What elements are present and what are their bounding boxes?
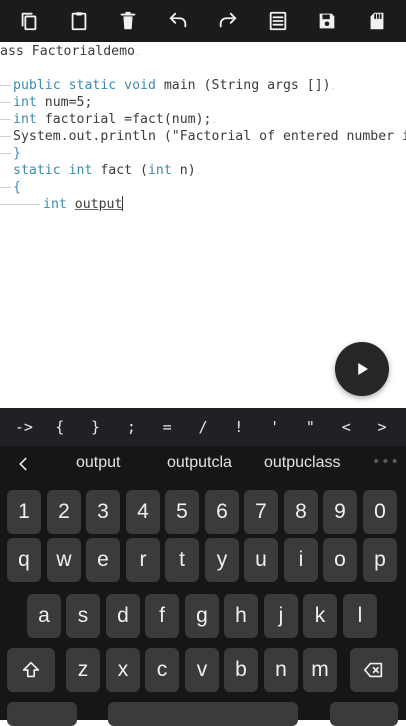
- key-0[interactable]: 0: [363, 490, 397, 534]
- symbol-key[interactable]: ;: [116, 418, 146, 436]
- key-w[interactable]: w: [47, 538, 81, 582]
- backspace-icon: [364, 662, 383, 678]
- symbol-key[interactable]: ": [295, 418, 325, 436]
- shift-key[interactable]: [7, 648, 55, 692]
- key-a[interactable]: a: [27, 594, 61, 638]
- select-all-button[interactable]: [260, 3, 296, 39]
- key-n[interactable]: n: [264, 648, 298, 692]
- key-f[interactable]: f: [145, 594, 179, 638]
- copy-button[interactable]: [11, 3, 47, 39]
- suggestion-item[interactable]: output: [76, 454, 120, 472]
- chevron-left-icon: [19, 457, 27, 471]
- code-line-6: System.out.println ("Factorial of entere…: [13, 129, 406, 144]
- undo-icon: [169, 12, 187, 28]
- key-g[interactable]: g: [185, 594, 219, 638]
- key-7[interactable]: 7: [244, 490, 278, 534]
- code-line-10: int output: [43, 196, 124, 212]
- key-t[interactable]: t: [165, 538, 199, 582]
- symbols-key[interactable]: [7, 702, 77, 726]
- paste-button[interactable]: [61, 3, 97, 39]
- key-d[interactable]: d: [106, 594, 140, 638]
- symbol-key[interactable]: /: [188, 418, 218, 436]
- sd-card-icon: [370, 12, 384, 30]
- key-p[interactable]: p: [363, 538, 397, 582]
- typed-word: output: [74, 197, 123, 212]
- key-c[interactable]: c: [145, 648, 179, 692]
- code-line-9: {: [13, 180, 21, 195]
- redo-button[interactable]: [210, 3, 246, 39]
- key-j[interactable]: j: [264, 594, 298, 638]
- play-icon: [358, 363, 368, 375]
- editor-toolbar: [0, 0, 406, 42]
- key-1[interactable]: 1: [7, 490, 41, 534]
- symbol-key[interactable]: >: [367, 418, 397, 436]
- soft-keyboard: output outputcla outpuclass ••• 1 2 3 4 …: [0, 446, 406, 726]
- key-4[interactable]: 4: [126, 490, 160, 534]
- symbol-key[interactable]: ->: [9, 418, 39, 436]
- symbol-key[interactable]: =: [152, 418, 182, 436]
- key-e[interactable]: e: [86, 538, 120, 582]
- save-button[interactable]: [309, 3, 345, 39]
- backspace-key[interactable]: [350, 648, 398, 692]
- key-b[interactable]: b: [224, 648, 258, 692]
- symbol-key[interactable]: <: [331, 418, 361, 436]
- clipboard-icon: [71, 12, 86, 31]
- key-k[interactable]: k: [303, 594, 337, 638]
- key-u[interactable]: u: [244, 538, 278, 582]
- key-x[interactable]: x: [106, 648, 140, 692]
- symbol-key[interactable]: !: [224, 418, 254, 436]
- symbol-bar: -> { } ; = / ! ' " < >: [0, 408, 406, 446]
- key-o[interactable]: o: [323, 538, 357, 582]
- key-2[interactable]: 2: [47, 490, 81, 534]
- suggestion-strip: output outputcla outpuclass •••: [0, 446, 406, 482]
- key-q[interactable]: q: [7, 538, 41, 582]
- shift-icon: [22, 661, 40, 678]
- symbol-key[interactable]: ': [260, 418, 290, 436]
- code-line-1: ass Factorialdemo.: [0, 44, 141, 59]
- save-icon: [320, 13, 335, 29]
- key-m[interactable]: m: [303, 648, 337, 692]
- code-line-3: public static void main (String args [])…: [13, 78, 337, 93]
- key-z[interactable]: z: [66, 648, 100, 692]
- code-line-4: int num=5;: [13, 95, 93, 110]
- run-button[interactable]: [335, 342, 389, 396]
- redo-icon: [219, 12, 237, 28]
- undo-button[interactable]: [160, 3, 196, 39]
- enter-key[interactable]: [330, 702, 398, 726]
- text-cursor: [122, 196, 124, 211]
- key-v[interactable]: v: [185, 648, 219, 692]
- key-r[interactable]: r: [126, 538, 160, 582]
- key-y[interactable]: y: [205, 538, 239, 582]
- more-suggestions-icon[interactable]: •••: [372, 454, 400, 470]
- symbol-key[interactable]: }: [81, 418, 111, 436]
- key-i[interactable]: i: [284, 538, 318, 582]
- key-3[interactable]: 3: [86, 490, 120, 534]
- key-5[interactable]: 5: [165, 490, 199, 534]
- key-9[interactable]: 9: [323, 490, 357, 534]
- code-line-5: int factorial =fact(num);.: [13, 112, 217, 127]
- space-key[interactable]: [108, 702, 298, 726]
- key-l[interactable]: l: [343, 594, 377, 638]
- code-line-7: }: [13, 146, 21, 161]
- select-all-icon: [269, 11, 286, 31]
- key-8[interactable]: 8: [284, 490, 318, 534]
- code-line-8: static int fact (int n).: [13, 163, 202, 178]
- key-6[interactable]: 6: [205, 490, 239, 534]
- delete-icon: [121, 11, 136, 30]
- suggestion-back-button[interactable]: [12, 452, 36, 476]
- symbol-key[interactable]: {: [45, 418, 75, 436]
- suggestion-item[interactable]: outpuclass: [264, 454, 341, 472]
- delete-button[interactable]: [110, 3, 146, 39]
- copy-icon: [21, 12, 37, 31]
- key-s[interactable]: s: [66, 594, 100, 638]
- storage-button[interactable]: [359, 3, 395, 39]
- suggestion-item[interactable]: outputcla: [167, 454, 239, 472]
- key-h[interactable]: h: [224, 594, 258, 638]
